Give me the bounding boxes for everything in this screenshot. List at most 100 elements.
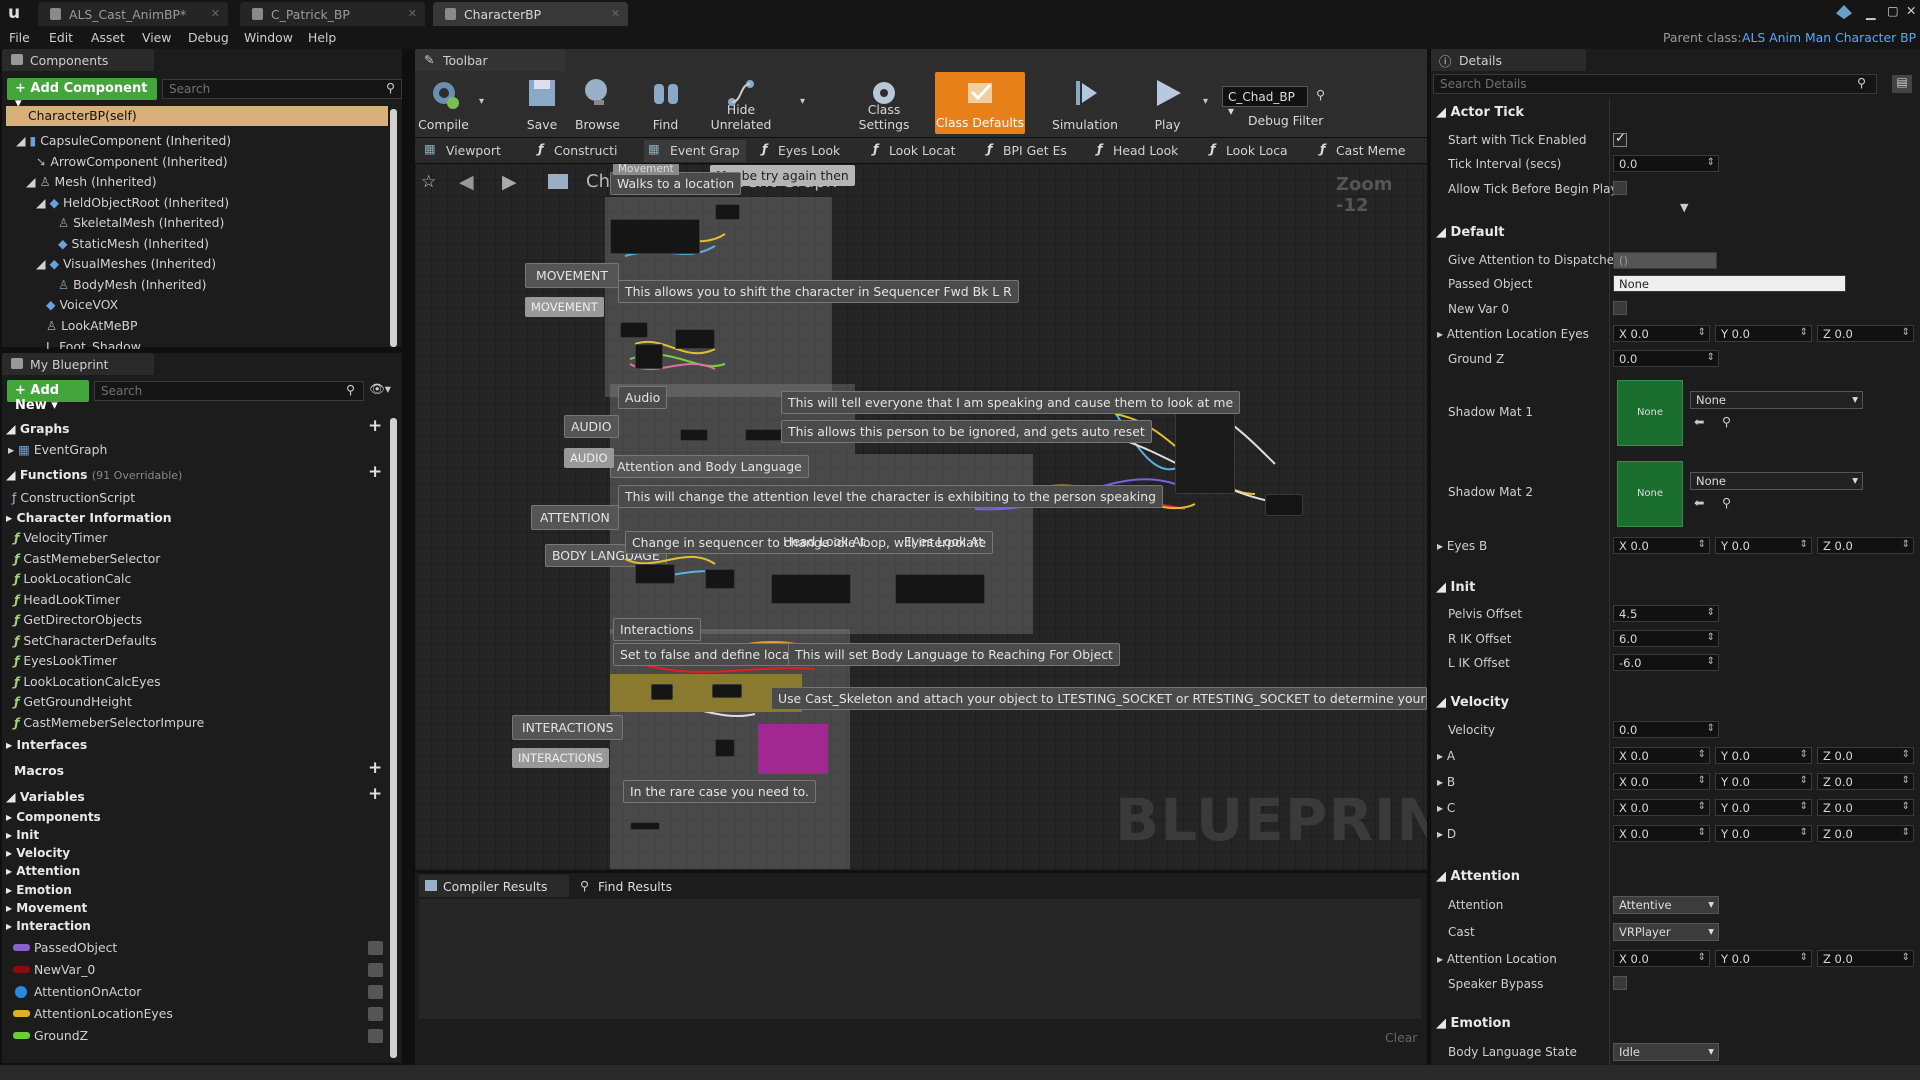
notification-icon[interactable] (1836, 5, 1852, 19)
menu-asset[interactable]: Asset (91, 30, 125, 45)
components-scrollbar[interactable] (390, 109, 397, 347)
vector-b-z[interactable]: Z 0.0 ⇕ (1817, 773, 1914, 790)
compile-dropdown-icon[interactable]: ▾ (479, 96, 484, 107)
functions-category[interactable]: ◢ Functions (91 Overridable) (6, 467, 182, 482)
add-variable-icon[interactable]: + (368, 784, 382, 804)
comment-head-look[interactable]: Head Look At (777, 531, 871, 552)
section-velocity[interactable]: ◢ Velocity (1436, 695, 1509, 710)
graph-node[interactable] (680, 429, 708, 441)
interfaces-category[interactable]: ▸ Interfaces (6, 737, 87, 752)
shadow-mat-1-thumbnail[interactable]: None (1617, 380, 1683, 446)
eyes-b-z[interactable]: Z 0.0 ⇕ (1817, 537, 1914, 554)
menu-debug[interactable]: Debug (188, 30, 229, 45)
close-tab-icon[interactable]: ✕ (408, 7, 417, 20)
attn-loc-eyes-z[interactable]: Z 0.0 ⇕ (1817, 325, 1914, 342)
menu-window[interactable]: Window (244, 30, 293, 45)
tab-event-graph[interactable]: ▦ Event Grap (644, 140, 746, 162)
simulation-button[interactable]: Simulation (1047, 74, 1123, 132)
menu-file[interactable]: File (9, 30, 30, 45)
attention-select[interactable]: Attentive (1613, 896, 1719, 914)
attention-location-label[interactable]: ▸ Attention Location (1437, 952, 1557, 966)
close-tab-icon[interactable]: ✕ (611, 7, 620, 20)
tick-interval-field[interactable]: 0.0 ⇕ (1613, 155, 1719, 172)
hide-unrelated-dropdown-icon[interactable]: ▾ (800, 96, 805, 107)
vector-c-label[interactable]: ▸ C (1437, 801, 1455, 815)
vector-a-label[interactable]: ▸ A (1437, 749, 1455, 763)
function-item[interactable]: ƒ SetCharacterDefaults (14, 633, 157, 648)
graph-node[interactable] (771, 574, 851, 604)
var-category-velocity[interactable]: ▸ Velocity (6, 846, 70, 860)
parent-class-link[interactable]: ALS Anim Man Character BP (1742, 30, 1916, 45)
find-button[interactable]: Find (638, 74, 693, 132)
tab-compiler-results[interactable]: Compiler Results (419, 875, 569, 897)
var-category-init[interactable]: ▸ Init (6, 828, 39, 842)
use-selected-arrow-icon[interactable]: ⬅ (1694, 414, 1704, 429)
components-search-input[interactable]: Search (162, 79, 402, 99)
rik-offset-field[interactable]: 6.0 ⇕ (1613, 630, 1719, 647)
blueprint-scrollbar[interactable] (390, 418, 397, 1058)
component-self-item[interactable]: CharacterBP(self) (6, 106, 388, 126)
function-item[interactable]: ƒ LookLocationCalcEyes (14, 674, 161, 689)
attn-loc-eyes-label[interactable]: ▸ Attention Location Eyes (1437, 327, 1589, 341)
speaker-bypass-checkbox[interactable] (1613, 976, 1627, 990)
add-function-icon[interactable]: + (368, 462, 382, 482)
browse-asset-icon[interactable]: ⚲ (1722, 414, 1731, 429)
class-defaults-button[interactable]: Class Defaults (935, 72, 1025, 134)
eyes-b-x[interactable]: X 0.0 ⇕ (1613, 537, 1710, 554)
var-category-emotion[interactable]: ▸ Emotion (6, 883, 72, 897)
clear-button[interactable]: Clear (1385, 1030, 1417, 1045)
ground-z-field[interactable]: 0.0 ⇕ (1613, 350, 1719, 367)
lik-offset-field[interactable]: -6.0 ⇕ (1613, 654, 1719, 671)
function-item[interactable]: ƒ VelocityTimer (14, 530, 107, 545)
comment-ignored[interactable]: This allows this person to be ignored, a… (781, 420, 1152, 443)
compile-button[interactable]: Compile (416, 74, 471, 132)
menu-view[interactable]: View (142, 30, 171, 45)
add-component-button[interactable]: + Add Component ▾ (7, 78, 157, 111)
vector-d-x[interactable]: X 0.0 ⇕ (1613, 825, 1710, 842)
var-category-movement[interactable]: ▸ Movement (6, 901, 87, 915)
vector-c-y[interactable]: Y 0.0 ⇕ (1715, 799, 1812, 816)
new-var-checkbox[interactable] (1613, 301, 1627, 315)
tab-c-patrick-bp[interactable]: C_Patrick_BP ✕ (240, 2, 425, 26)
variable-item[interactable]: AttentionLocationEyes (34, 1006, 173, 1021)
details-view-options-icon[interactable]: ▤ (1892, 75, 1912, 93)
component-l-foot-shadow[interactable]: L_Foot_Shadow (46, 339, 141, 349)
component-heldobjectroot[interactable]: ◢ ◆ HeldObjectRoot (Inherited) (36, 195, 229, 210)
component-lookatmebp[interactable]: ♙ LookAtMeBP (46, 318, 138, 333)
function-item[interactable]: ƒ GetDirectorObjects (14, 612, 142, 627)
var-category-components[interactable]: ▸ Components (6, 810, 101, 824)
blueprint-search-input[interactable]: Search (94, 381, 364, 401)
menu-edit[interactable]: Edit (49, 30, 73, 45)
vector-b-x[interactable]: X 0.0 ⇕ (1613, 773, 1710, 790)
graph-node[interactable] (651, 684, 673, 700)
component-bodymesh[interactable]: ♙ BodyMesh (Inherited) (58, 277, 206, 292)
attn-loc-eyes-y[interactable]: Y 0.0 ⇕ (1715, 325, 1812, 342)
play-dropdown-icon[interactable]: ▾ (1203, 96, 1208, 107)
tab-look-location[interactable]: ƒ Look Locat (869, 140, 974, 162)
attention-location-x[interactable]: X 0.0 ⇕ (1613, 950, 1710, 967)
vector-a-y[interactable]: Y 0.0 ⇕ (1715, 747, 1812, 764)
comment-change-attn[interactable]: This will change the attention level the… (618, 485, 1163, 508)
component-staticmesh[interactable]: ◆ StaticMesh (Inherited) (58, 236, 209, 251)
section-emotion[interactable]: ◢ Emotion (1436, 1016, 1511, 1031)
debug-search-icon[interactable]: ⚲ (1316, 87, 1325, 102)
vector-d-y[interactable]: Y 0.0 ⇕ (1715, 825, 1812, 842)
debug-object-select[interactable]: C_Chad_BP ▾ (1222, 86, 1308, 118)
variables-category[interactable]: ◢ Variables (6, 789, 85, 804)
tab-bpi-get-es[interactable]: ƒ BPI Get Es (983, 140, 1083, 162)
graph-canvas[interactable]: ☆ ◀ ▶ CharacterBP > Event Graph Zoom -12… (415, 164, 1427, 870)
class-settings-button[interactable]: Class Settings (842, 74, 926, 132)
tab-viewport[interactable]: ▦ Viewport (420, 140, 525, 162)
attention-location-y[interactable]: Y 0.0 ⇕ (1715, 950, 1812, 967)
function-item[interactable]: ƒ CastMemeberSelector (14, 551, 160, 566)
variable-item[interactable]: GroundZ (34, 1028, 88, 1043)
var-category-interaction[interactable]: ▸ Interaction (6, 919, 91, 933)
variable-item[interactable]: PassedObject (34, 940, 117, 955)
attention-location-z[interactable]: Z 0.0 ⇕ (1817, 950, 1914, 967)
play-button[interactable]: Play (1140, 74, 1195, 132)
graph-node[interactable] (610, 219, 700, 254)
attn-loc-eyes-x[interactable]: X 0.0 ⇕ (1613, 325, 1710, 342)
pelvis-offset-field[interactable]: 4.5 ⇕ (1613, 605, 1719, 622)
tab-cast-meme[interactable]: ƒ Cast Meme (1316, 140, 1416, 162)
tab-construction[interactable]: ƒ Constructi (534, 140, 639, 162)
